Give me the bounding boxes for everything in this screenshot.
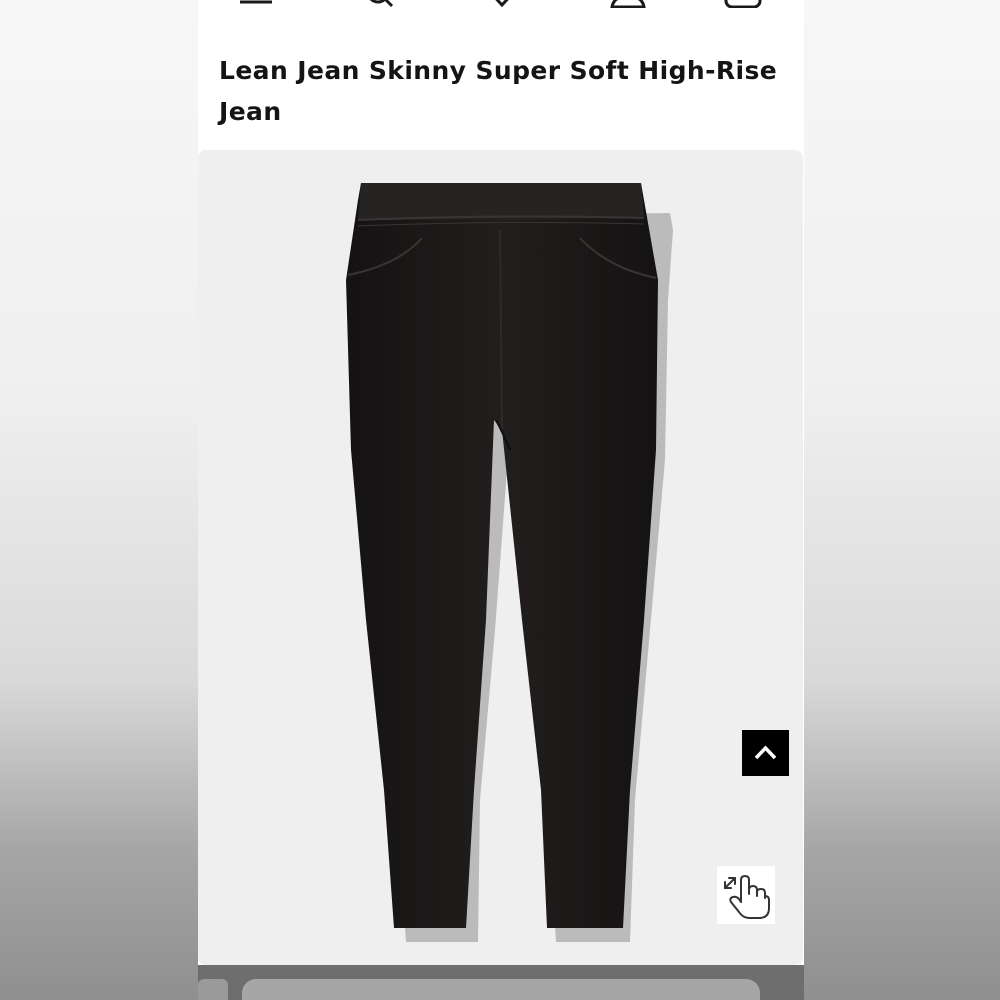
backdrop-right xyxy=(804,0,1000,1000)
thumbnail-strip xyxy=(198,965,804,1000)
tap-to-zoom-icon xyxy=(724,875,770,919)
menu-icon[interactable] xyxy=(236,0,276,8)
product-title: Lean Jean Skinny Super Soft High-Rise Je… xyxy=(219,56,778,126)
backdrop-left xyxy=(0,0,198,1000)
account-icon[interactable] xyxy=(608,0,648,9)
top-navigation xyxy=(198,0,804,20)
thumbnail-active[interactable] xyxy=(242,979,760,1000)
chevron-up-icon xyxy=(754,745,777,760)
back-to-top-button[interactable] xyxy=(742,730,789,776)
search-icon[interactable] xyxy=(360,0,400,8)
product-gallery[interactable] xyxy=(198,150,803,965)
heart-icon[interactable] xyxy=(482,0,522,8)
tap-to-zoom-button[interactable] xyxy=(717,866,775,924)
product-image xyxy=(346,183,673,942)
bag-icon[interactable] xyxy=(723,0,763,9)
product-page: Lean Jean Skinny Super Soft High-Rise Je… xyxy=(198,0,804,1000)
thumbnail-prev[interactable] xyxy=(198,979,228,1000)
